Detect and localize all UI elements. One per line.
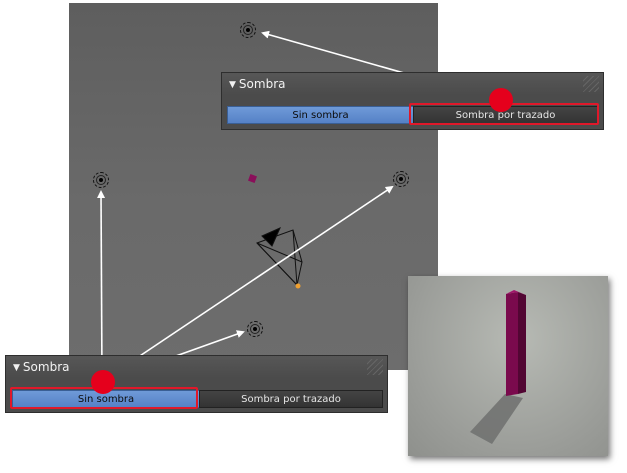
red-marker-bottom	[91, 370, 115, 394]
collapse-triangle-icon[interactable]: ▼	[229, 74, 236, 96]
camera-origin-dot	[295, 283, 301, 289]
panel-grip-icon[interactable]	[583, 76, 599, 92]
panel-title: Sombra	[22, 360, 70, 374]
panel-title: Sombra	[238, 77, 286, 91]
render-preview	[408, 276, 608, 456]
panel-header[interactable]: ▼ Sombra	[6, 356, 387, 378]
arrow-to-left-lamp	[97, 190, 106, 381]
panel-header[interactable]: ▼ Sombra	[222, 73, 603, 95]
raytrace-shadow-button[interactable]: Sombra por trazado	[199, 390, 383, 408]
render-image	[470, 290, 526, 444]
camera-icon	[256, 227, 303, 287]
panel-grip-icon[interactable]	[367, 359, 383, 375]
red-marker-top	[489, 88, 513, 112]
collapse-triangle-icon[interactable]: ▼	[13, 357, 20, 379]
arrow-to-right-lamp	[103, 185, 394, 381]
no-shadow-button[interactable]: Sin sombra	[227, 106, 414, 124]
